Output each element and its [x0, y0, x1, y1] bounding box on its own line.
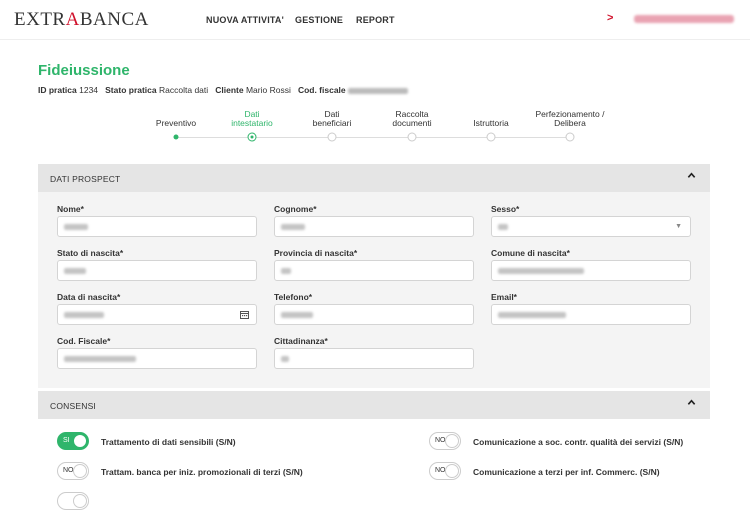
practice-meta: ID pratica 1234 Stato pratica Raccolta d… — [38, 85, 409, 95]
toggle-iniz-promozionali[interactable]: NO — [57, 462, 89, 480]
step-dot — [486, 132, 496, 142]
telefono-input[interactable] — [274, 304, 474, 325]
logo-text-1: EXTR — [14, 9, 66, 30]
consenso-label: Trattam. banca per iniz. promozionali di… — [101, 467, 303, 477]
stato-nascita-input[interactable] — [57, 260, 257, 281]
user-name-redacted[interactable] — [634, 15, 734, 23]
cognome-input[interactable] — [274, 216, 474, 237]
comune-nascita-input[interactable] — [491, 260, 691, 281]
nav-nuova-attivita[interactable]: NUOVA ATTIVITA' — [206, 15, 284, 25]
toggle-dati-sensibili[interactable]: SI — [57, 432, 89, 450]
logo-text-2: A — [65, 9, 80, 30]
step-label-line2: beneficiari — [312, 118, 352, 128]
step-perfezionamento-delibera[interactable]: Perfezionamento / Delibera — [536, 110, 605, 128]
top-bar: EXTRABANCA NUOVA ATTIVITA' GESTIONE REPO… — [0, 0, 750, 40]
stato-pratica-value: Raccolta dati — [159, 85, 209, 95]
data-nascita-label: Data di nascita* — [57, 292, 121, 302]
email-label: Email* — [491, 292, 517, 302]
step-dot-active — [247, 132, 257, 142]
toggle-partial[interactable] — [57, 492, 89, 510]
cliente-value: Mario Rossi — [245, 85, 291, 95]
sesso-label: Sesso* — [491, 204, 520, 214]
section-title: CONSENSI — [50, 401, 96, 411]
step-raccolta-documenti[interactable]: Raccolta documenti — [392, 110, 431, 128]
data-nascita-input[interactable] — [57, 304, 257, 325]
chevron-down-icon: ▼ — [675, 223, 682, 230]
consenso-label: Comunicazione a soc. contr. qualità dei … — [473, 437, 684, 447]
toggle-comunicazione-terzi[interactable]: NO — [429, 462, 461, 480]
sesso-select[interactable]: ▼ — [491, 216, 691, 237]
nav-report[interactable]: REPORT — [356, 15, 395, 25]
page-title: Fideiussione — [38, 62, 130, 79]
toggle-state: SI — [63, 437, 70, 444]
toggle-state: NO — [435, 437, 446, 444]
step-label-line2: intestatario — [231, 118, 273, 128]
chevron-up-icon[interactable] — [687, 398, 696, 407]
id-pratica-value: 1234 — [79, 85, 99, 95]
step-label-line1: Istruttoria — [473, 118, 509, 128]
cittadinanza-input[interactable] — [274, 348, 474, 369]
chevron-up-icon[interactable] — [687, 171, 696, 180]
section-dati-prospect-header[interactable]: DATI PROSPECT — [38, 164, 710, 192]
nome-label: Nome* — [57, 204, 84, 214]
section-consensi-header[interactable]: CONSENSI — [38, 391, 710, 419]
cod-fiscale-label: Cod. fiscale — [297, 85, 346, 95]
step-dot — [327, 132, 337, 142]
step-label-line2: documenti — [392, 118, 432, 128]
id-pratica-label: ID pratica — [38, 85, 77, 95]
telefono-label: Telefono* — [274, 292, 313, 302]
email-input[interactable] — [491, 304, 691, 325]
logo-text-3: BANCA — [79, 9, 149, 30]
step-label-line1: Preventivo — [155, 118, 197, 128]
provincia-nascita-input[interactable] — [274, 260, 474, 281]
nome-input[interactable] — [57, 216, 257, 237]
consenso-label: Trattamento di dati sensibili (S/N) — [101, 437, 236, 447]
step-dot-done — [173, 134, 179, 140]
step-dot — [407, 132, 417, 142]
section-title: DATI PROSPECT — [50, 174, 121, 184]
calendar-icon[interactable] — [240, 310, 249, 319]
cod-fiscale-value-redacted — [348, 87, 409, 94]
stepper-line — [176, 137, 571, 138]
step-label-line2: Delibera — [554, 118, 586, 128]
user-menu-chevron-icon[interactable]: > — [607, 12, 613, 24]
stato-nascita-label: Stato di nascita* — [57, 248, 124, 258]
comune-nascita-label: Comune di nascita* — [491, 248, 570, 258]
step-istruttoria[interactable]: Istruttoria — [473, 119, 508, 128]
toggle-state: NO — [435, 467, 446, 474]
consenso-label: Comunicazione a terzi per inf. Commerc. … — [473, 467, 660, 477]
cognome-label: Cognome* — [274, 204, 317, 214]
brand-logo[interactable]: EXTRABANCA — [14, 9, 149, 31]
step-dati-beneficiari[interactable]: Dati beneficiari — [313, 110, 352, 128]
provincia-nascita-label: Provincia di nascita* — [274, 248, 358, 258]
toggle-comunicazione-soc-contr[interactable]: NO — [429, 432, 461, 450]
cod-fiscale-input[interactable] — [57, 348, 257, 369]
nav-gestione[interactable]: GESTIONE — [295, 15, 343, 25]
toggle-state: NO — [63, 467, 74, 474]
step-preventivo[interactable]: Preventivo — [156, 119, 196, 128]
step-dati-intestatario[interactable]: Dati intestatario — [231, 110, 273, 128]
step-dot — [565, 132, 575, 142]
cittadinanza-label: Cittadinanza* — [274, 336, 328, 346]
section-consensi-body: SI Trattamento di dati sensibili (S/N) N… — [38, 419, 710, 510]
cliente-label: Cliente — [215, 85, 244, 95]
section-dati-prospect-body: Nome* Cognome* Sesso* ▼ Stato di nascita… — [38, 192, 710, 388]
cod-fiscale-label: Cod. Fiscale* — [57, 336, 111, 346]
stato-pratica-label: Stato pratica — [105, 85, 157, 95]
